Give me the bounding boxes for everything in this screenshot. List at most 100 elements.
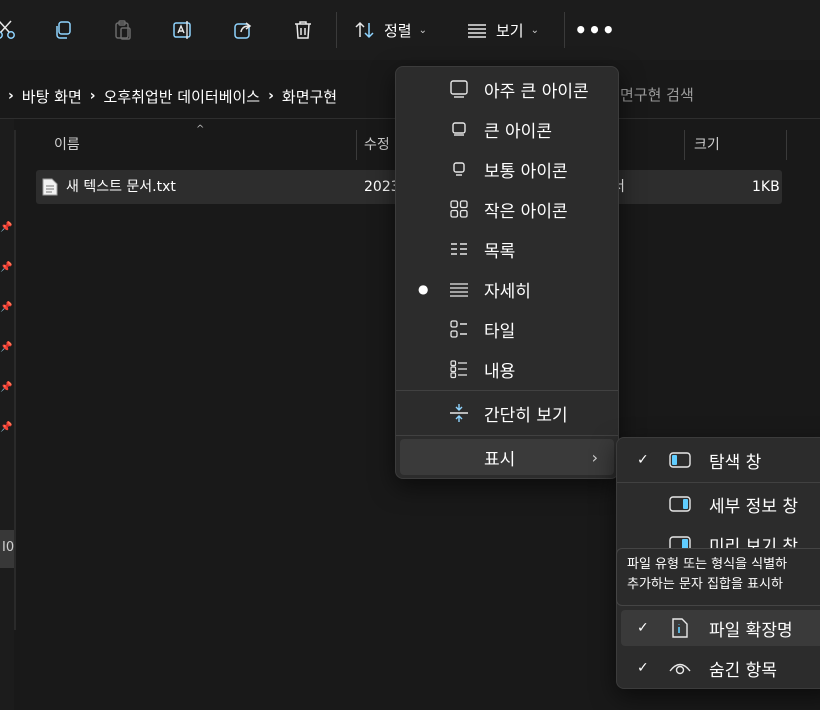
menu-item-details[interactable]: ● 자세히 bbox=[400, 271, 614, 307]
pin-icon: 📌 bbox=[0, 262, 13, 273]
menu-item-label: 간단히 보기 bbox=[484, 405, 568, 426]
column-header-size[interactable]: 크기 bbox=[694, 130, 720, 160]
navigation-pane: 📌 📌 📌 📌 📌 📌 bbox=[0, 119, 14, 710]
menu-item-label: 내용 bbox=[484, 361, 516, 382]
file-size: 1KB bbox=[752, 179, 780, 195]
column-header-name[interactable]: 이름 bbox=[54, 130, 80, 160]
rename-button[interactable] bbox=[168, 12, 198, 48]
menu-separator bbox=[396, 390, 618, 391]
menu-item-label: 숨긴 항목 bbox=[709, 660, 777, 681]
chevron-right-icon: › bbox=[89, 88, 96, 104]
pin-icon: 📌 bbox=[0, 302, 13, 313]
menu-item-hidden-items[interactable]: ✓ 숨긴 항목 bbox=[621, 650, 820, 686]
breadcrumb-item[interactable]: 화면구현 bbox=[282, 86, 337, 107]
chevron-down-icon: ⌄ bbox=[530, 24, 539, 36]
share-icon bbox=[232, 19, 254, 41]
toolbar-separator bbox=[336, 12, 337, 48]
tooltip-line: 추가하는 문자 집합을 표시하 bbox=[627, 577, 783, 592]
copy-icon bbox=[52, 19, 74, 41]
menu-item-label: 탐색 창 bbox=[709, 452, 762, 473]
breadcrumb-item[interactable]: 오후취업반 데이터베이스 bbox=[104, 86, 261, 107]
menu-item-small-icons[interactable]: 작은 아이콘 bbox=[400, 191, 614, 227]
menu-item-details-pane[interactable]: 세부 정보 창 bbox=[621, 486, 820, 522]
trash-icon bbox=[292, 19, 314, 41]
menu-item-navigation-pane[interactable]: ✓ 탐색 창 bbox=[621, 442, 820, 478]
column-divider[interactable] bbox=[786, 130, 787, 160]
extra-large-icons-icon bbox=[448, 78, 470, 100]
sort-label: 정렬 bbox=[384, 21, 412, 40]
navigation-pane-icon bbox=[669, 449, 691, 471]
paste-icon bbox=[112, 19, 134, 41]
compact-view-icon bbox=[448, 402, 470, 424]
nav-item-selected[interactable]: I0 bbox=[0, 530, 14, 568]
share-button[interactable] bbox=[228, 12, 258, 48]
menu-item-extra-large-icons[interactable]: 아주 큰 아이콘 bbox=[400, 71, 614, 107]
chevron-right-icon: › bbox=[268, 88, 274, 104]
eye-icon bbox=[669, 657, 691, 679]
menu-item-label: 파일 확장명 bbox=[709, 620, 793, 641]
chevron-down-icon: ⌄ bbox=[418, 24, 427, 36]
menu-item-medium-icons[interactable]: 보통 아이콘 bbox=[400, 151, 614, 187]
menu-item-content[interactable]: 내용 bbox=[400, 351, 614, 387]
paste-button[interactable] bbox=[108, 12, 138, 48]
details-icon bbox=[448, 278, 470, 300]
view-lines-icon bbox=[466, 19, 488, 41]
content-icon bbox=[448, 358, 470, 380]
menu-separator bbox=[617, 482, 820, 483]
menu-item-label: 타일 bbox=[484, 321, 516, 342]
command-bar: 정렬 ⌄ 보기 ⌄ ••• bbox=[0, 0, 820, 60]
copy-button[interactable] bbox=[48, 12, 78, 48]
search-input[interactable]: 면구현 검색 bbox=[620, 84, 694, 105]
tooltip: 파일 유형 또는 형식을 식별하 추가하는 문자 집합을 표시하 bbox=[616, 548, 820, 606]
sort-up-icon: ^ bbox=[196, 124, 205, 135]
small-icons-icon bbox=[448, 198, 470, 220]
column-divider[interactable] bbox=[356, 130, 357, 160]
delete-button[interactable] bbox=[288, 12, 318, 48]
details-pane-icon bbox=[669, 493, 691, 515]
pin-icon: 📌 bbox=[0, 342, 13, 353]
menu-item-list[interactable]: 목록 bbox=[400, 231, 614, 267]
more-icon: ••• bbox=[574, 18, 616, 42]
selected-bullet-icon: ● bbox=[418, 282, 429, 296]
rename-icon bbox=[172, 19, 194, 41]
cut-button[interactable] bbox=[0, 12, 18, 48]
column-divider[interactable] bbox=[684, 130, 685, 160]
menu-item-show[interactable]: 표시 › bbox=[400, 439, 614, 475]
menu-item-label: 아주 큰 아이콘 bbox=[484, 81, 589, 102]
check-icon: ✓ bbox=[637, 620, 649, 636]
large-icons-icon bbox=[448, 118, 470, 140]
menu-item-label: 세부 정보 창 bbox=[709, 496, 799, 517]
check-icon: ✓ bbox=[637, 660, 649, 676]
chevron-right-icon: › bbox=[8, 88, 14, 104]
menu-item-label: 자세히 bbox=[484, 281, 531, 302]
nav-item-label: I0 bbox=[2, 540, 15, 555]
toolbar-separator bbox=[564, 12, 565, 48]
check-icon: ✓ bbox=[637, 452, 649, 468]
pin-icon: 📌 bbox=[0, 382, 13, 393]
tiles-icon bbox=[448, 318, 470, 340]
file-extension-icon bbox=[669, 617, 691, 639]
menu-item-compact-view[interactable]: 간단히 보기 bbox=[400, 395, 614, 431]
nav-scrollbar[interactable] bbox=[14, 130, 16, 630]
pin-icon: 📌 bbox=[0, 222, 13, 233]
column-header-modified[interactable]: 수정 bbox=[364, 130, 390, 160]
view-button[interactable]: 보기 ⌄ bbox=[466, 12, 550, 48]
menu-item-label: 목록 bbox=[484, 241, 516, 262]
menu-item-label: 표시 bbox=[484, 449, 516, 470]
file-name: 새 텍스트 문서.txt bbox=[66, 179, 176, 195]
breadcrumb[interactable]: › 바탕 화면 › 오후취업반 데이터베이스 › 화면구현 bbox=[0, 84, 337, 108]
list-icon bbox=[448, 238, 470, 260]
chevron-right-icon: › bbox=[591, 447, 598, 467]
breadcrumb-item[interactable]: 바탕 화면 bbox=[22, 86, 82, 107]
menu-item-tiles[interactable]: 타일 bbox=[400, 311, 614, 347]
menu-separator bbox=[396, 435, 618, 436]
view-menu: 아주 큰 아이콘 큰 아이콘 보통 아이콘 작은 아이콘 목록 ● 자세히 타일… bbox=[395, 66, 619, 479]
view-label: 보기 bbox=[496, 21, 524, 40]
sort-icon bbox=[354, 19, 376, 41]
menu-item-large-icons[interactable]: 큰 아이콘 bbox=[400, 111, 614, 147]
menu-item-file-extensions[interactable]: ✓ 파일 확장명 bbox=[621, 610, 820, 646]
pin-icon: 📌 bbox=[0, 422, 13, 433]
sort-button[interactable]: 정렬 ⌄ bbox=[354, 12, 438, 48]
scissors-icon bbox=[0, 19, 17, 41]
more-options-button[interactable]: ••• bbox=[574, 12, 614, 48]
